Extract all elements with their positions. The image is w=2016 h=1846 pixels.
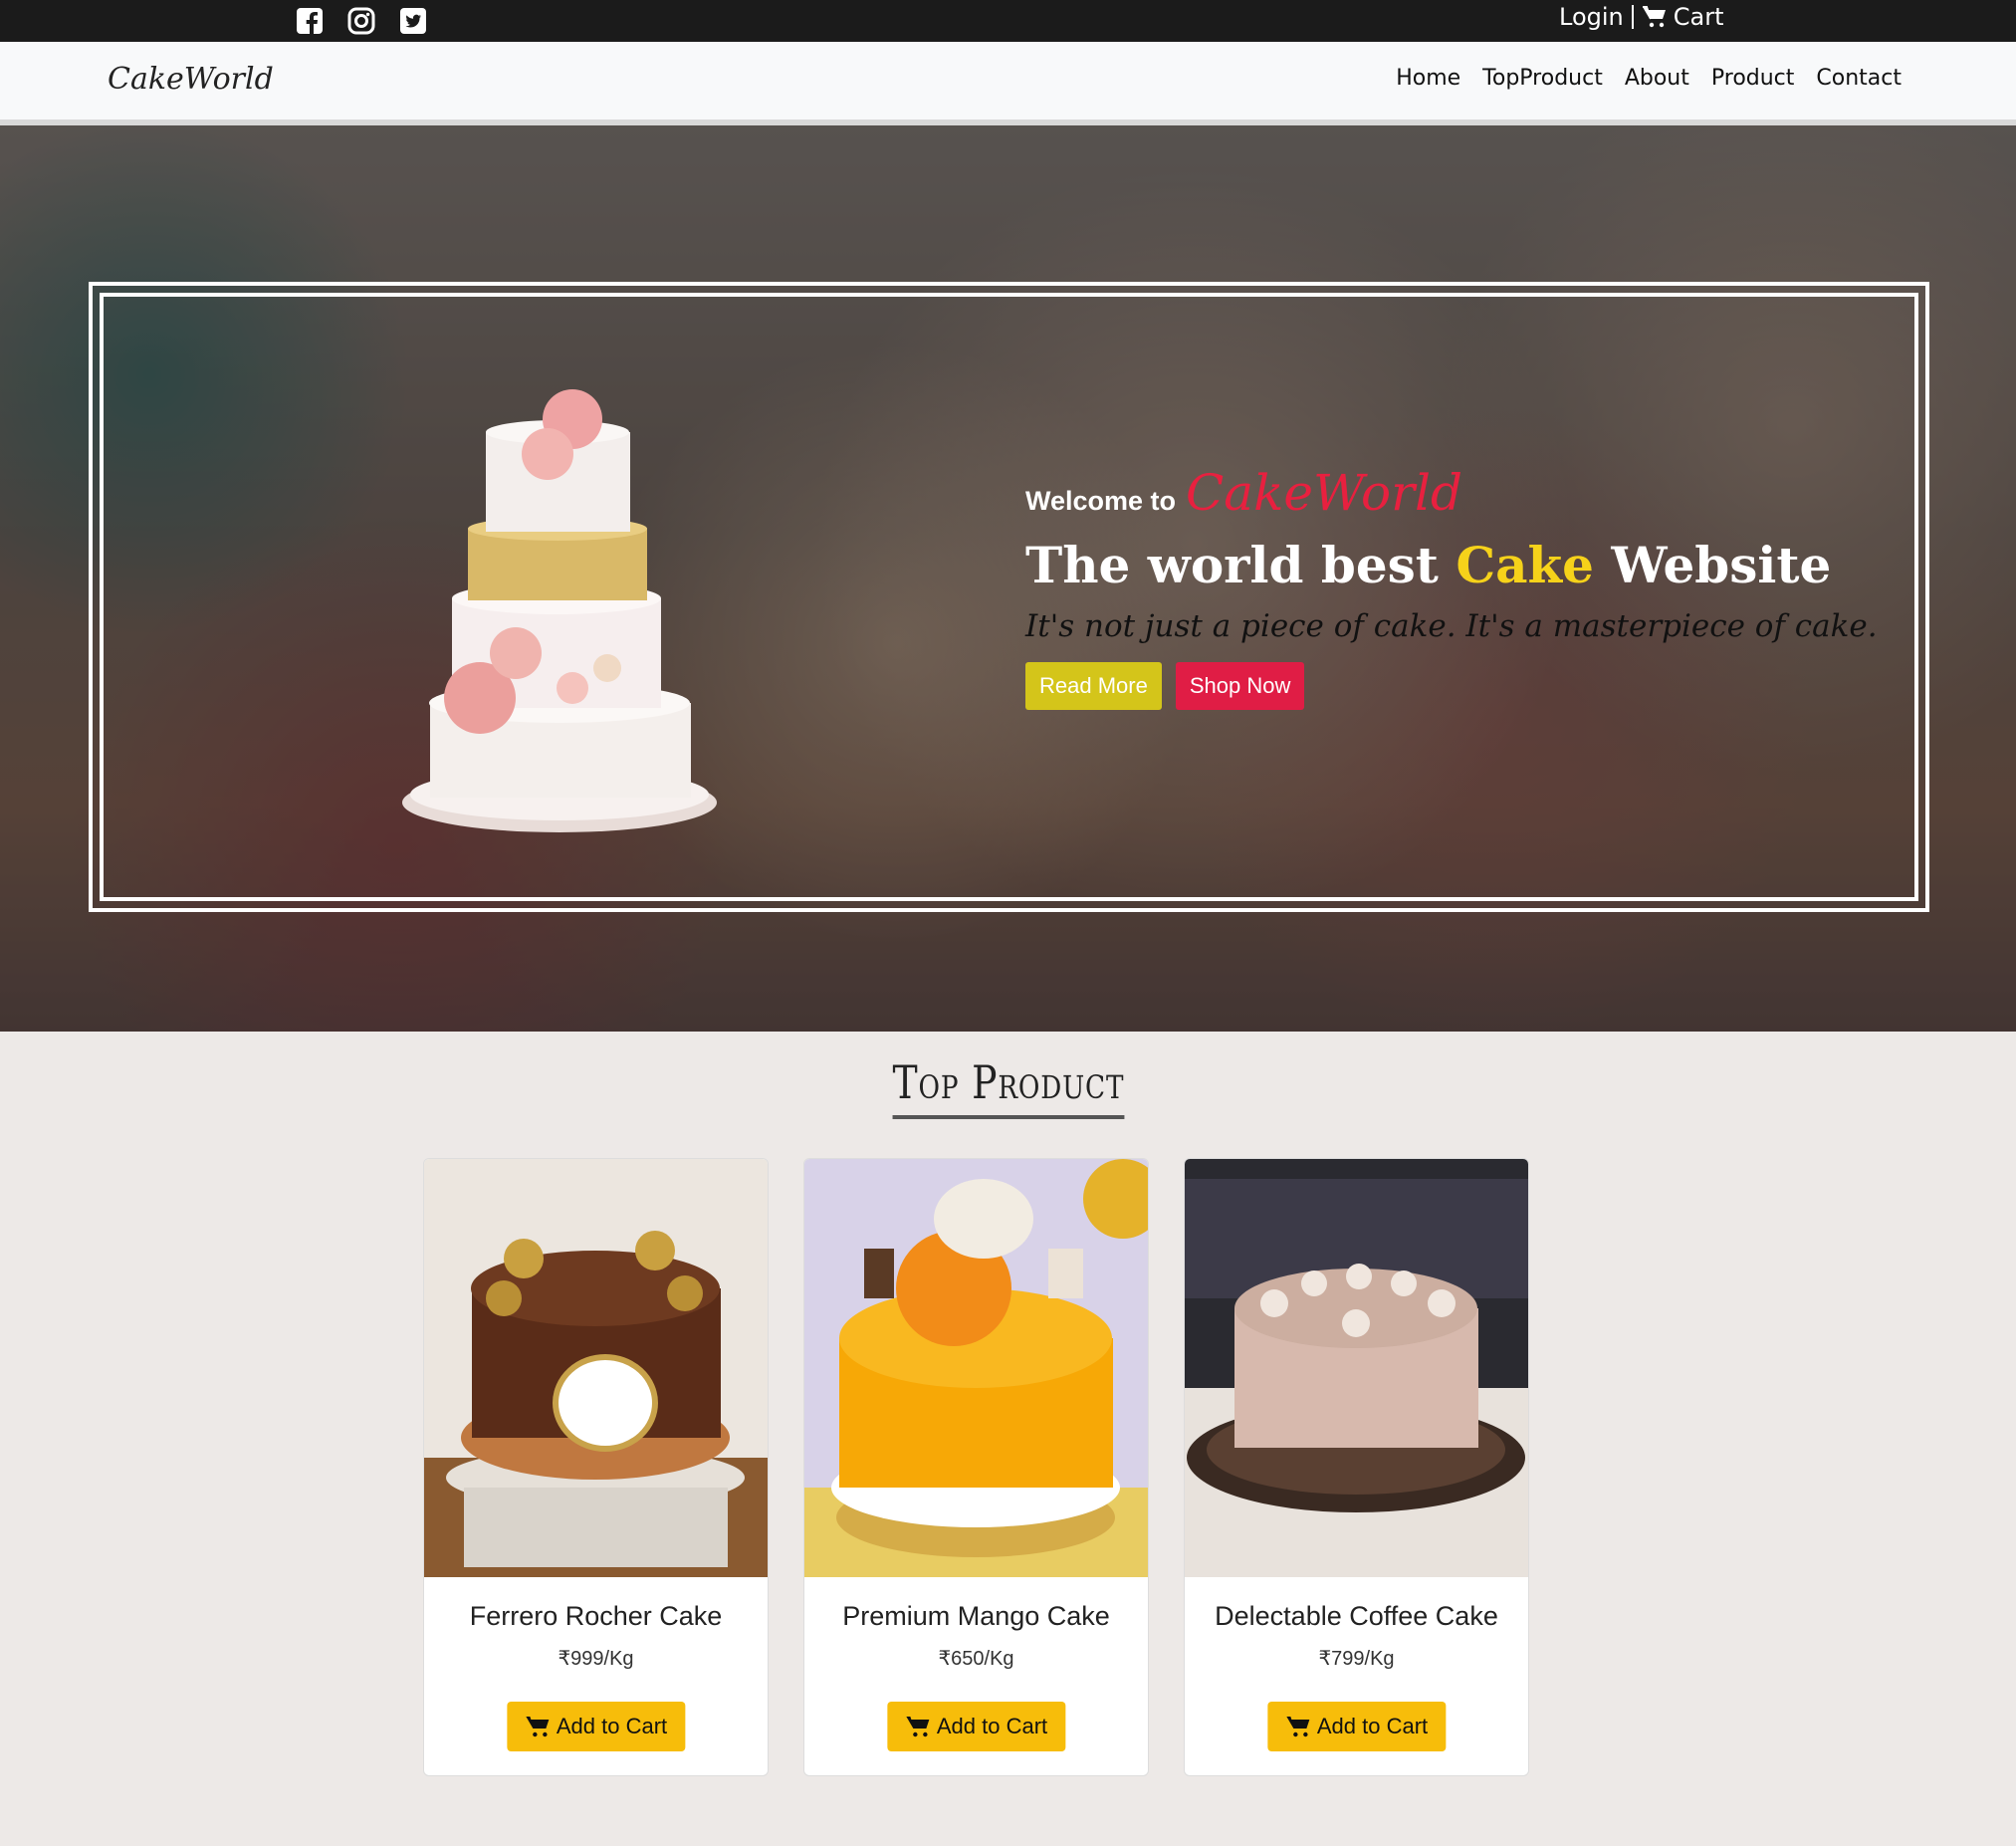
- headline-accent: Cake: [1456, 536, 1594, 594]
- hero-buttons: Read More Shop Now: [1025, 662, 1878, 710]
- cart-icon: [1285, 1717, 1309, 1737]
- add-to-cart-button[interactable]: Add to Cart: [886, 1702, 1066, 1751]
- product-card: Ferrero Rocher Cake ₹999/Kg Add to Cart: [423, 1158, 769, 1776]
- nav-topproduct[interactable]: TopProduct: [1482, 66, 1603, 91]
- hero-banner: Welcome to CakeWorld The world best Cake…: [0, 125, 2016, 1032]
- cart-link[interactable]: Cart: [1642, 3, 1724, 31]
- welcome-brand: CakeWorld: [1186, 464, 1462, 522]
- nav-home[interactable]: Home: [1396, 66, 1460, 91]
- add-to-cart-label: Add to Cart: [936, 1714, 1048, 1738]
- top-product-heading: Top Product: [892, 1055, 1124, 1119]
- add-to-cart-button[interactable]: Add to Cart: [1266, 1702, 1447, 1751]
- nav-links: Home TopProduct About Product Contact: [1396, 66, 1902, 91]
- headline-end: Website: [1593, 536, 1832, 594]
- product-name: Ferrero Rocher Cake: [469, 1601, 723, 1631]
- twitter-icon[interactable]: [398, 6, 428, 36]
- product-name: Delectable Coffee Cake: [1215, 1601, 1498, 1631]
- nav-product[interactable]: Product: [1711, 66, 1795, 91]
- product-card: Premium Mango Cake ₹650/Kg Add to Cart: [803, 1158, 1149, 1776]
- add-to-cart-label: Add to Cart: [1316, 1714, 1429, 1738]
- account-links: Login Cart: [1559, 0, 1724, 34]
- nav-contact[interactable]: Contact: [1816, 66, 1902, 91]
- facebook-icon[interactable]: [295, 6, 325, 36]
- login-link[interactable]: Login: [1559, 3, 1624, 31]
- cart-icon: [1642, 6, 1666, 28]
- cart-icon: [525, 1717, 549, 1737]
- welcome-line: Welcome to CakeWorld: [1025, 464, 1878, 522]
- mango-cake-image: [804, 1159, 1148, 1577]
- product-price: ₹650/Kg: [938, 1648, 1014, 1670]
- cart-label: Cart: [1673, 3, 1724, 31]
- top-product-heading-wrap: Top Product: [0, 1055, 2016, 1119]
- product-name: Premium Mango Cake: [842, 1601, 1110, 1631]
- tiered-cake-image: [402, 389, 717, 832]
- welcome-prefix: Welcome to: [1025, 486, 1177, 516]
- product-card: Delectable Coffee Cake ₹799/Kg Add to Ca…: [1184, 1158, 1529, 1776]
- headline-start: The world best: [1025, 536, 1456, 594]
- divider: [1631, 5, 1634, 29]
- hero-tagline: It's not just a piece of cake. It's a ma…: [1025, 608, 1878, 644]
- product-price: ₹999/Kg: [558, 1648, 634, 1670]
- top-bar: Login Cart: [0, 0, 2016, 42]
- shop-now-button[interactable]: Shop Now: [1175, 662, 1305, 710]
- ferrero-rocher-cake-image: [424, 1159, 768, 1577]
- navbar: CakeWorld Home TopProduct About Product …: [0, 42, 2016, 125]
- hero-text: Welcome to CakeWorld The world best Cake…: [1025, 464, 1878, 710]
- nav-about[interactable]: About: [1625, 66, 1689, 91]
- coffee-cake-image: [1185, 1159, 1528, 1577]
- read-more-button[interactable]: Read More: [1025, 662, 1162, 710]
- cart-icon: [905, 1717, 929, 1737]
- brand-logo[interactable]: CakeWorld: [108, 62, 274, 97]
- hero-headline: The world best Cake Website: [1025, 536, 1878, 594]
- instagram-icon[interactable]: [346, 6, 376, 36]
- product-price: ₹799/Kg: [1318, 1648, 1395, 1670]
- add-to-cart-label: Add to Cart: [556, 1714, 668, 1738]
- add-to-cart-button[interactable]: Add to Cart: [506, 1702, 686, 1751]
